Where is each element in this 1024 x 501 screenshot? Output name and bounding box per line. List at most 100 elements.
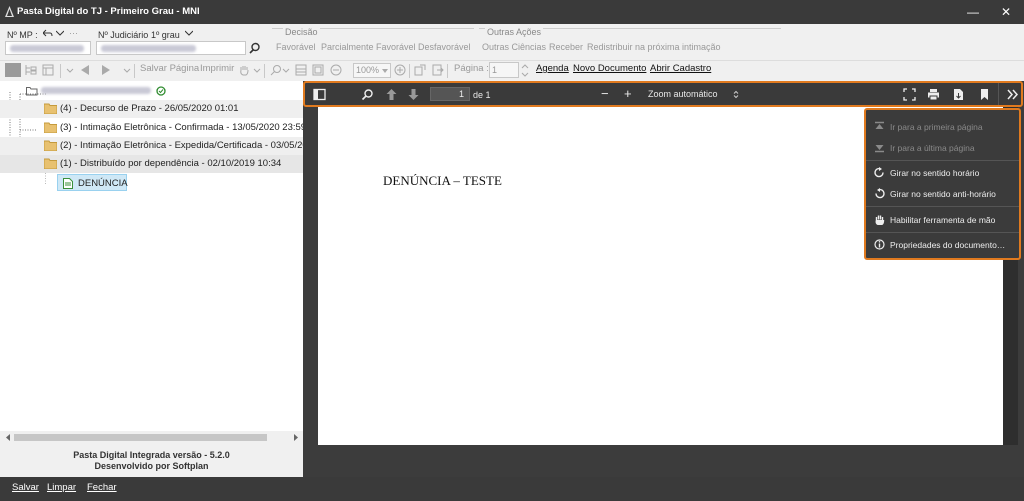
chevron-down-icon[interactable] [66,64,74,76]
hand-tool-icon [875,215,885,225]
agenda-button[interactable]: Agenda [536,63,569,74]
zoom-in-icon[interactable] [394,64,406,76]
document-tree: (4) - Decurso de Prazo - 26/05/2020 01:0… [0,81,318,431]
novo-documento-button[interactable]: Novo Documento [573,63,646,74]
download-icon[interactable] [952,88,965,101]
tree-item-label: (3) - Intimação Eletrônica - Confirmada … [60,122,307,133]
previous-page-icon[interactable] [385,88,398,101]
secondary-toolbar-menu: Ir para a primeira página Ir para a últi… [864,108,1021,260]
tree-item-label: (4) - Decurso de Prazo - 26/05/2020 01:0… [60,103,239,114]
zoom-select[interactable]: 100% [353,63,391,78]
chevron-down-icon [382,69,388,73]
judicial-label: Nº Judiciário [98,30,149,40]
undo-icon[interactable] [43,29,53,38]
page-spinner-icon[interactable] [520,63,530,78]
menu-separator [866,206,1019,207]
fechar-button[interactable]: Fechar [87,482,117,493]
menu-separator [866,232,1019,233]
folder-icon [44,140,57,151]
menu-item-label: Ir para a primeira página [890,122,983,132]
fit-page-icon[interactable] [312,64,324,76]
bottom-bar: Salvar Limpar Fechar [0,477,1024,501]
bookmark-icon[interactable] [978,88,991,101]
agenda-label: Agenda [536,63,569,74]
pdf-toolbar: 1 de 1 − + Zoom automático [303,81,1023,107]
selected-document[interactable]: DENÚNCIA [57,174,128,191]
mp-label: Nº MP : [7,30,38,40]
zoom-in-button[interactable]: + [624,86,632,101]
tree-item-label: (2) - Intimação Eletrônica - Expedida/Ce… [60,140,319,151]
toolbar: Salvar Página Imprimir 100% Página : 1 A… [0,61,1024,81]
fullscreen-icon[interactable] [903,88,916,101]
grid-view-icon[interactable] [42,64,54,76]
zoom-value: 100% [356,65,380,75]
zoom-out-button[interactable]: − [601,86,609,101]
rotate-clockwise-icon [874,167,884,178]
hand-tool-icon[interactable] [238,64,250,76]
pagina-label: Página : [454,63,489,74]
outras-acoes-title: Outras Ações [485,27,544,37]
chevron-down-icon[interactable] [56,30,64,36]
next-page-icon[interactable] [407,88,420,101]
print-icon[interactable] [927,88,940,101]
tree-view-icon[interactable] [5,63,21,77]
mp-field[interactable] [5,41,91,55]
tree-horizontal-scrollbar[interactable] [4,433,300,442]
list-view-icon[interactable] [25,64,37,76]
zoom-select[interactable]: Zoom automático [642,87,742,101]
redistribuir-button[interactable]: Redistribuir na próxima intimação [587,42,721,52]
tree-item[interactable]: (2) - Intimação Eletrônica - Expedida/Ce… [0,137,318,155]
more-icon[interactable]: ··· [69,28,78,38]
menu-item-label: Habilitar ferramenta de mão [890,215,996,225]
chevron-down-icon[interactable] [253,64,261,76]
next-icon[interactable] [100,64,112,76]
salvar-button[interactable]: Salvar [12,482,39,493]
app-logo-icon [5,6,14,17]
imprimir-button[interactable]: Imprimir [200,63,234,74]
title-bar: Pasta Digital do TJ - Primeiro Grau - MN… [0,0,1024,24]
grade-select[interactable]: 1º grau [151,30,180,40]
page-number-field[interactable]: 1 [489,62,519,78]
salvar-label: Salvar [12,482,39,493]
rotate-page-icon[interactable] [414,64,426,76]
close-button[interactable]: ✕ [990,0,1022,24]
version-line: Pasta Digital Integrada versão - 5.2.0 [73,450,230,460]
receber-button[interactable]: Receber [549,42,583,52]
info-icon [874,239,885,250]
menu-item-label: Girar no sentido horário [890,168,980,178]
scrollbar-thumb[interactable] [14,434,267,441]
tree-item[interactable]: (3) - Intimação Eletrônica - Confirmada … [0,119,307,137]
parcialmente-favoravel-button[interactable]: Parcialmente Favorável [321,42,416,52]
chevron-down-icon[interactable] [123,64,131,76]
outras-ciencias-button[interactable]: Outras Ciências [482,42,546,52]
version-info: Pasta Digital Integrada versão - 5.2.0 D… [0,447,303,478]
page-number-input[interactable]: 1 [430,87,470,101]
fit-width-icon[interactable] [295,64,307,76]
check-icon [156,86,166,96]
document-icon [63,178,73,189]
chevron-down-icon[interactable] [185,30,193,36]
search-icon[interactable] [361,88,374,101]
more-tools-icon[interactable] [1006,88,1019,101]
last-page-icon [875,145,884,153]
abrir-cadastro-button[interactable]: Abrir Cadastro [650,63,711,74]
limpar-button[interactable]: Limpar [47,482,76,493]
zoom-out-icon[interactable] [330,64,342,76]
find-icon[interactable] [270,64,282,76]
judicial-number-field[interactable] [96,41,246,55]
desfavoravel-button[interactable]: Desfavorável [418,42,471,52]
tree-item[interactable]: (1) - Distribuído por dependência - 02/1… [0,155,303,173]
chevron-down-icon[interactable] [282,64,290,76]
folder-icon [44,103,57,114]
sidebar-toggle-icon[interactable] [313,88,326,101]
previous-icon[interactable] [79,64,91,76]
tree-item[interactable]: (4) - Decurso de Prazo - 26/05/2020 01:0… [0,100,303,118]
tree-root[interactable] [0,82,303,100]
export-icon[interactable] [432,64,444,76]
salvar-pagina-button[interactable]: Salvar Página [140,63,199,74]
scroll-left-icon[interactable] [5,434,11,441]
favoravel-button[interactable]: Favorável [276,42,316,52]
scroll-right-icon[interactable] [293,434,299,441]
minimize-button[interactable]: — [957,0,989,24]
search-icon[interactable] [249,42,261,54]
